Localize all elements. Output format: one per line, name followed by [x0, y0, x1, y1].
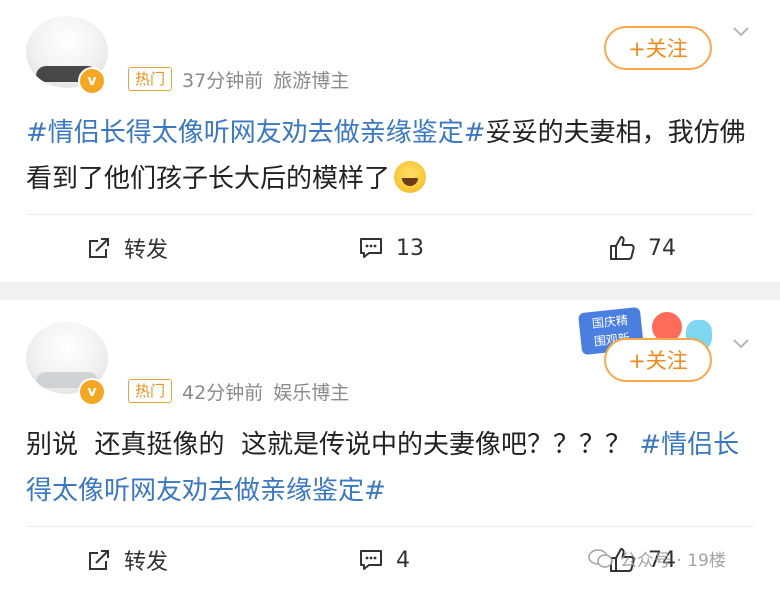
post-meta: 热门 42分钟前 娱乐博主 — [128, 376, 349, 406]
follow-label: +关注 — [628, 37, 688, 61]
verified-badge-icon: v — [78, 67, 106, 95]
weibo-post-1: v 热门 37分钟前 旅游博主 +关注 #情侣长得太像听网友劝去做亲缘鉴定#妥妥… — [0, 0, 780, 282]
like-button[interactable]: 74 — [608, 228, 676, 268]
watermark: 公众号 · 19楼 — [588, 546, 726, 571]
post-content: #情侣长得太像听网友劝去做亲缘鉴定#妥妥的夫妻相，我仿佛看到了他们孩子长大后的模… — [26, 110, 746, 202]
repost-label: 转发 — [124, 550, 169, 575]
promo-mascot-icon — [652, 312, 682, 342]
divider — [26, 214, 754, 215]
holiday-promo-banner[interactable]: 国庆精 围观新 — [574, 302, 724, 362]
post-time: 42分钟前 — [182, 381, 264, 404]
laughing-crying-emoji-icon — [394, 161, 427, 193]
promo-mascot-icon — [686, 320, 712, 350]
post-meta: 热门 37分钟前 旅游博主 — [128, 64, 349, 94]
like-button[interactable]: 74 — [608, 540, 676, 580]
thumbs-up-icon — [610, 236, 635, 260]
follow-label: +关注 — [628, 349, 688, 373]
comment-count: 4 — [396, 547, 410, 573]
repost-icon — [89, 238, 109, 258]
follow-button[interactable]: +关注 — [604, 26, 712, 70]
comment-icon — [360, 238, 382, 258]
repost-button[interactable]: 转发 — [86, 540, 168, 580]
chevron-down-icon[interactable] — [732, 334, 750, 352]
thumbs-up-icon — [610, 548, 635, 572]
avatar[interactable] — [26, 322, 108, 394]
repost-label: 转发 — [124, 238, 169, 263]
repost-button[interactable]: 转发 — [86, 228, 168, 268]
verified-badge-icon: v — [78, 378, 106, 406]
comment-button[interactable]: 13 — [358, 228, 424, 268]
like-count: 74 — [648, 235, 676, 261]
comment-count: 13 — [396, 235, 424, 261]
watermark-text: 公众号 · 19楼 — [620, 551, 726, 571]
post-source: 娱乐博主 — [273, 381, 350, 404]
like-count: 74 — [648, 547, 676, 573]
comment-button[interactable]: 4 — [358, 540, 410, 580]
topic-link[interactable]: #情侣长得太像听网友劝去做亲缘鉴定# — [26, 118, 486, 148]
post-separator — [0, 282, 780, 300]
divider — [26, 526, 754, 527]
action-bar: 转发 4 74 — [0, 540, 780, 580]
repost-icon — [89, 550, 109, 570]
hot-tag: 热门 — [128, 379, 173, 403]
topic-link[interactable]: #情侣长得太像听网友劝去做亲缘鉴定# — [26, 430, 739, 506]
comment-icon — [360, 550, 382, 570]
post-source: 旅游博主 — [273, 69, 350, 92]
post-time: 37分钟前 — [182, 69, 264, 92]
wechat-icon — [588, 548, 613, 568]
hot-tag: 热门 — [128, 67, 173, 91]
action-bar: 转发 13 74 — [0, 228, 780, 268]
follow-button[interactable]: +关注 — [604, 338, 712, 382]
post-content: 别说 还真挺像的 这就是传说中的夫妻像吧？？？？ #情侣长得太像听网友劝去做亲缘… — [26, 422, 746, 514]
promo-label: 国庆精 围观新 — [577, 306, 645, 356]
post-text: 别说 还真挺像的 这就是传说中的夫妻像吧？？？？ — [26, 430, 632, 460]
chevron-down-icon[interactable] — [732, 22, 750, 40]
